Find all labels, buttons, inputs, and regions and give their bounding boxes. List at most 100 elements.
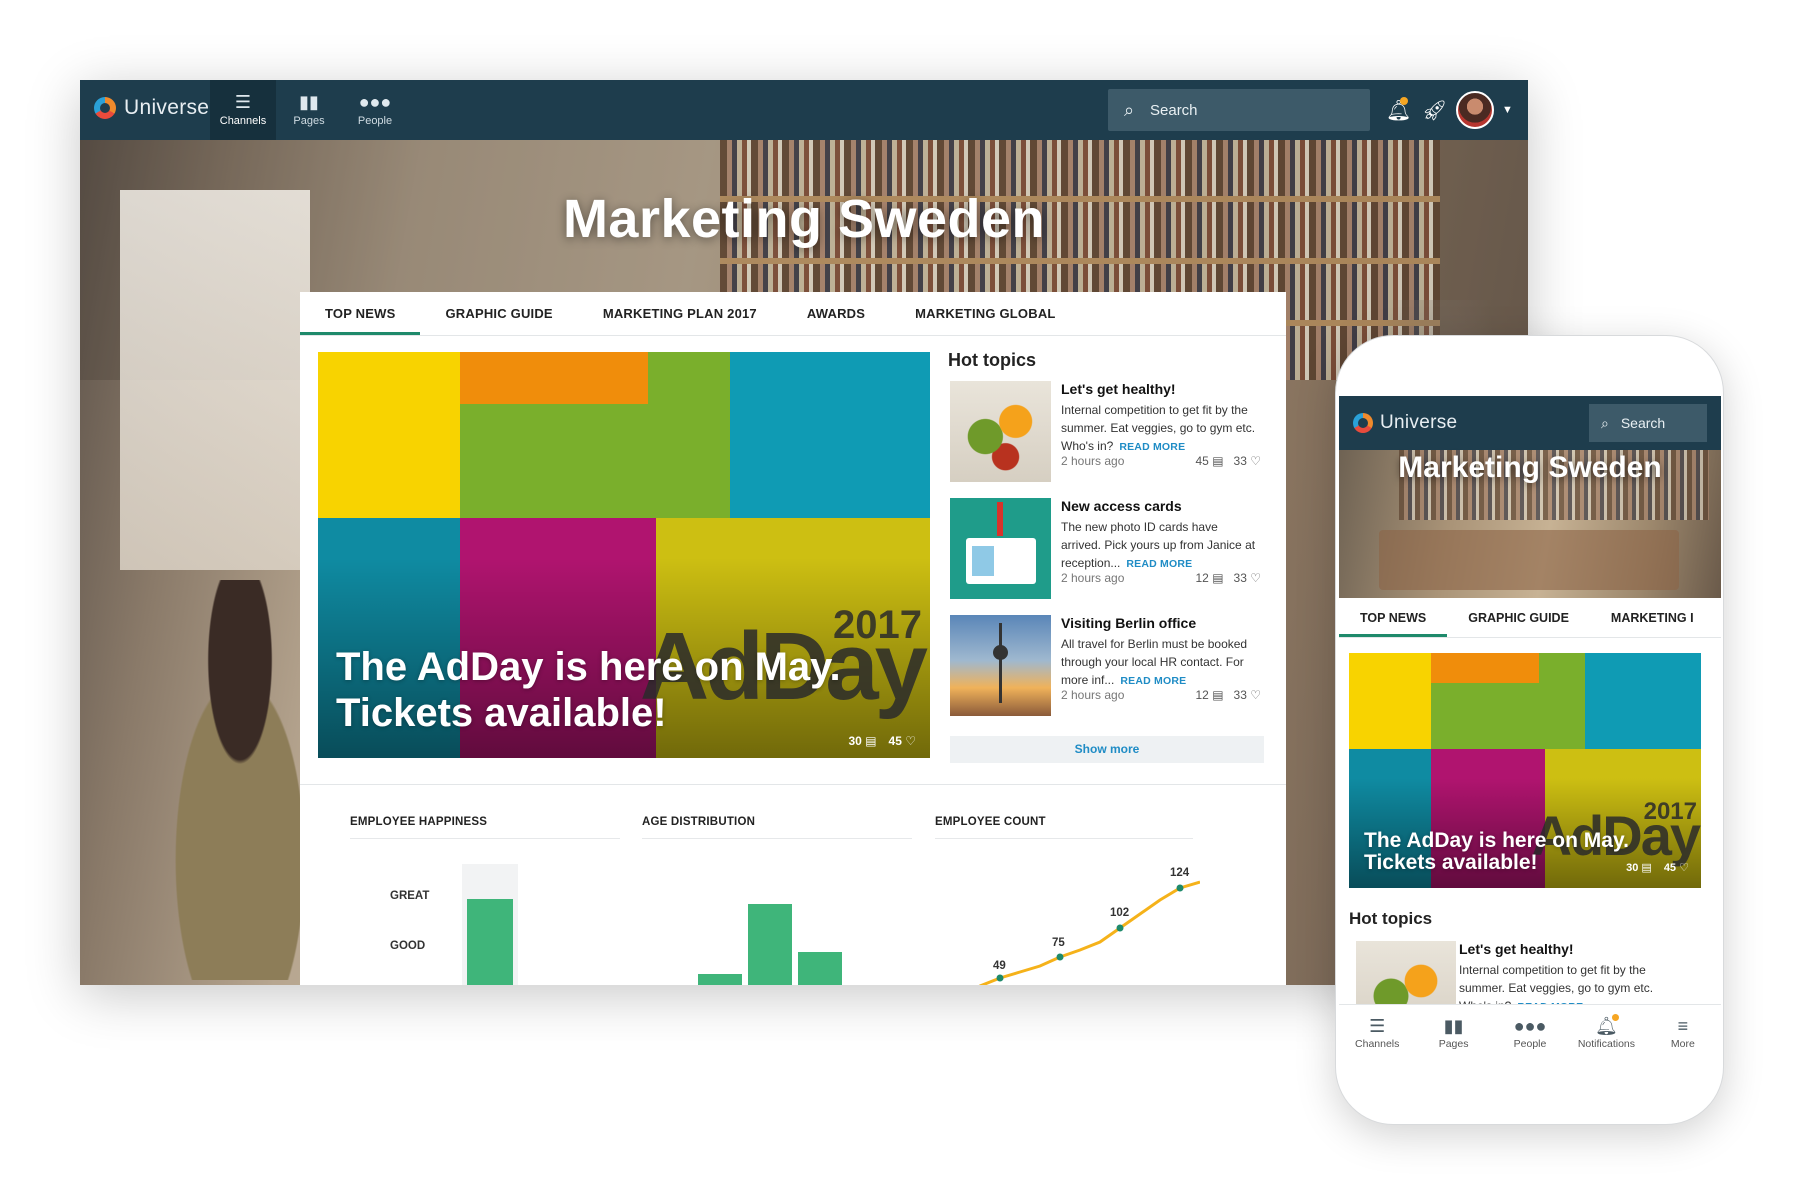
comment-count: 30 [848,734,862,748]
mobile-top-bar: Universe ⌕ Search [1339,396,1721,450]
mobile-featured-headline[interactable]: The AdDay is here on May. Tickets availa… [1364,830,1629,874]
likes-count[interactable]: 33 ♡ [1234,454,1261,468]
comment-icon: ▤ [1212,688,1224,702]
hero-block [1539,653,1585,749]
notification-dot [1400,97,1408,105]
nav-people-label: People [357,115,393,127]
heart-icon: ♡ [1679,862,1689,874]
comments-count[interactable]: 45 ▤ [1195,454,1223,468]
likes-count[interactable]: 33 ♡ [1234,688,1261,702]
menu-icon: ≡ [1677,1015,1689,1036]
hero-block [1349,653,1431,749]
hot-topic-title[interactable]: Visiting Berlin office [1061,615,1261,631]
channel-tabs: TOP NEWS GRAPHIC GUIDE MARKETING PLAN 20… [300,292,1286,336]
mobile-nav-more[interactable]: ≡ More [1645,1005,1721,1061]
read-more-link[interactable]: READ MORE [1126,558,1192,570]
tab-marketing-plan[interactable]: MARKETING PLAN 2017 [578,292,782,335]
comment-count: 30 [1626,862,1639,874]
mobile-search[interactable]: ⌕ Search [1589,404,1707,442]
hot-topic-time: 2 hours ago [1061,571,1125,585]
mobile-screen: Universe ⌕ Search Marketing Sweden TOP N… [1339,396,1721,1061]
mobile-device: Universe ⌕ Search Marketing Sweden TOP N… [1335,335,1724,1125]
mobile-search-placeholder: Search [1620,415,1666,431]
nav-pages[interactable]: ▮▮ Pages [276,80,342,140]
read-more-link[interactable]: READ MORE [1119,441,1185,453]
mobile-tab-graphic-guide[interactable]: GRAPHIC GUIDE [1447,598,1590,637]
count-label: 124 [1170,867,1190,879]
featured-headline-line1: The AdDay is here on May. [336,645,841,689]
comment-icon: ▤ [1641,862,1652,874]
veggies-thumbnail [950,381,1051,482]
user-avatar[interactable] [1456,91,1494,129]
tab-marketing-global[interactable]: MARKETING GLOBAL [890,292,1080,335]
desktop-window: Universe ☰ Channels ▮▮ Pages ●●● People … [80,80,1528,985]
content-panel: TOP NEWS GRAPHIC GUIDE MARKETING PLAN 20… [300,292,1286,985]
featured-likes[interactable]: 45 ♡ [1664,861,1689,874]
people-icon: ●●● [1513,1015,1547,1036]
mobile-tab-marketing[interactable]: MARKETING I [1590,598,1715,637]
mobile-nav-notifications[interactable]: 🔔︎ Notifications [1568,1005,1644,1061]
tab-awards[interactable]: AWARDS [782,292,890,335]
heart-icon: ♡ [1250,688,1261,702]
read-more-link[interactable]: READ MORE [1120,675,1186,687]
hero-block [318,352,460,518]
hot-topic-item[interactable]: Let's get healthy! Internal competition … [948,381,1266,498]
search-input[interactable] [1150,101,1350,119]
app-logo[interactable]: Universe [94,96,209,120]
search-box[interactable]: ⌕ [1108,89,1370,131]
hot-topic-title[interactable]: Let's get healthy! [1459,941,1704,957]
like-count: 45 [1663,862,1677,874]
featured-article[interactable]: 2017 AdDay The AdDay is here on May. Tic… [318,352,930,758]
section-divider [300,784,1286,785]
mobile-app-logo[interactable]: Universe [1353,412,1457,434]
berlin-tower-thumbnail [950,615,1051,716]
comments-count[interactable]: 12 ▤ [1195,571,1223,585]
nav-channels[interactable]: ☰ Channels [210,80,276,140]
data-point [1116,924,1124,932]
hero-block [1585,653,1701,749]
tab-top-news[interactable]: TOP NEWS [300,292,421,335]
likes-count[interactable]: 33 ♡ [1234,571,1261,585]
hot-topic-title[interactable]: Let's get healthy! [1061,381,1261,397]
mobile-app-name: Universe [1380,412,1458,433]
layers-icon: ☰ [234,92,252,112]
hot-topic-item[interactable]: Visiting Berlin office All travel for Be… [948,615,1266,732]
comment-icon: ▤ [1212,571,1224,585]
like-count: 33 [1233,688,1247,702]
mobile-nav-label: Notifications [1577,1037,1636,1050]
chevron-down-icon[interactable]: ▼ [1502,104,1513,116]
featured-comments[interactable]: 30 ▤ [1626,861,1652,874]
data-point [1176,884,1184,892]
layers-icon: ☰ [1369,1015,1386,1036]
people-icon: ●●● [358,92,392,112]
mobile-nav-channels[interactable]: ☰ Channels [1339,1005,1415,1061]
rocket-icon[interactable]: 🚀︎ [1422,98,1447,123]
tab-graphic-guide[interactable]: GRAPHIC GUIDE [420,292,577,335]
hero-block [460,352,648,404]
like-count: 45 [888,734,902,748]
mobile-featured-article[interactable]: 2017 AdDay The AdDay is here on May. Tic… [1349,653,1701,888]
mobile-tab-top-news[interactable]: TOP NEWS [1339,598,1448,637]
hot-topics-title: Hot topics [948,350,1036,370]
mobile-nav-pages[interactable]: ▮▮ Pages [1415,1005,1491,1061]
show-more-button[interactable]: Show more [950,736,1264,763]
comments-count[interactable]: 12 ▤ [1195,688,1223,702]
hero-block [460,404,648,518]
featured-likes[interactable]: 45 ♡ [889,734,916,748]
like-count: 33 [1233,454,1247,468]
data-point [996,974,1004,982]
book-icon: ▮▮ [1443,1015,1464,1036]
mobile-nav-people[interactable]: ●●● People [1492,1005,1568,1061]
search-icon: ⌕ [1601,414,1609,431]
hot-topic-title[interactable]: New access cards [1061,498,1261,514]
featured-headline-line2: Tickets available! [1364,851,1538,874]
id-card-thumbnail [950,498,1051,599]
featured-headline[interactable]: The AdDay is here on May. Tickets availa… [336,644,841,736]
hot-topic-item[interactable]: New access cards The new photo ID cards … [948,498,1266,615]
mobile-hot-topics-title: Hot topics [1349,909,1433,928]
hero-block [1431,683,1539,749]
age-distribution-title: AGE DISTRIBUTION [642,816,912,839]
mobile-nav-label: Channels [1355,1037,1400,1050]
nav-people[interactable]: ●●● People [342,80,408,140]
featured-comments[interactable]: 30 ▤ [848,734,876,748]
